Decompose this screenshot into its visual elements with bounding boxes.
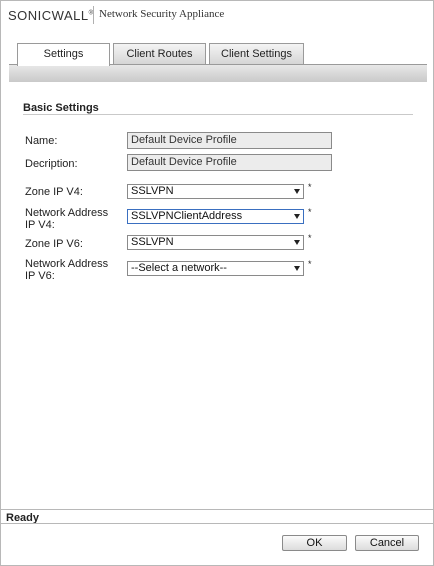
tab-band [9,64,427,82]
chevron-down-icon [294,214,300,219]
required-marker: * [308,233,312,243]
zone-v4-label: Zone IP V4: [25,186,83,198]
tab-client-routes[interactable]: Client Routes [113,43,206,65]
network-v4-select-value: SSLVPNClientAddress [131,210,243,222]
network-v6-select-value: --Select a network-- [131,262,227,274]
brand-logo: SONICWALL® [8,8,94,23]
section-divider [23,114,413,115]
tab-bar: Settings Client Routes Client Settings [1,43,433,66]
app-title: Network Security Appliance [99,8,225,20]
required-marker: * [308,182,312,192]
ok-button[interactable]: OK [282,535,347,551]
header-divider [93,6,94,24]
brand-logo-text: SONICWALL [8,8,89,23]
chevron-down-icon [294,266,300,271]
section-title: Basic Settings [23,102,99,114]
zone-v6-select[interactable]: SSLVPN [127,235,304,250]
network-v6-select[interactable]: --Select a network-- [127,261,304,276]
header: SONICWALL® Network Security Appliance [1,1,433,31]
required-marker: * [308,207,312,217]
zone-v6-select-value: SSLVPN [131,236,174,248]
tab-settings[interactable]: Settings [17,43,110,66]
zone-v6-label: Zone IP V6: [25,238,83,250]
required-marker: * [308,259,312,269]
status-divider [1,523,433,524]
network-v4-label: Network Address IP V4: [25,207,109,231]
tab-client-settings[interactable]: Client Settings [209,43,304,65]
name-field: Default Device Profile [127,132,332,149]
network-v6-label: Network Address IP V6: [25,258,109,282]
network-v4-select[interactable]: SSLVPNClientAddress [127,209,304,224]
footer-divider [1,509,433,510]
name-label: Name: [25,135,58,147]
zone-v4-select-value: SSLVPN [131,185,174,197]
zone-v4-select[interactable]: SSLVPN [127,184,304,199]
dialog-window: SONICWALL® Network Security Appliance Se… [0,0,434,566]
cancel-button[interactable]: Cancel [355,535,419,551]
chevron-down-icon [294,189,300,194]
chevron-down-icon [294,240,300,245]
description-label: Decription: [25,158,78,170]
description-field: Default Device Profile [127,154,332,171]
